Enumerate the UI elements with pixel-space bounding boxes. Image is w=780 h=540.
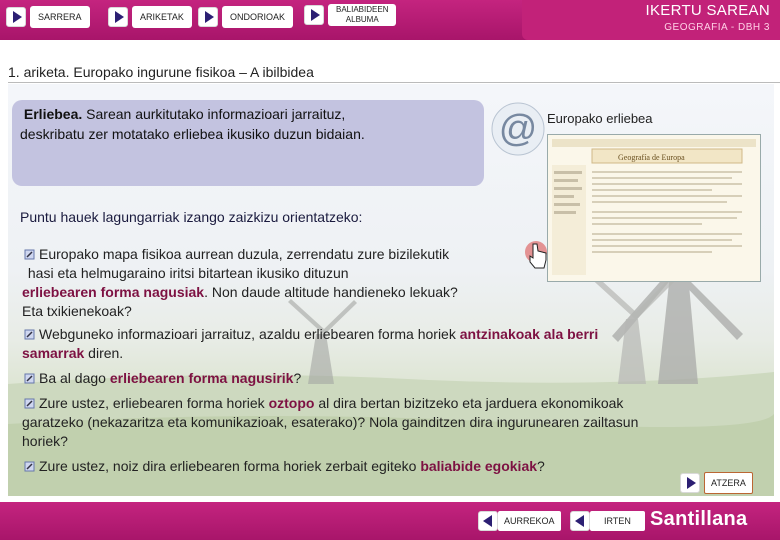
q3-post: ? [293,370,302,386]
nav-label-line2: ALBUMA [345,15,379,24]
nav-baliabideen-albuma-label: BALIABIDEEN ALBUMA [328,4,397,26]
nav-ariketak-button[interactable]: ARIKETAK [108,5,192,29]
q3-highlight: erliebearen forma nagusirik [109,370,294,386]
q5-pre: Zure ustez, noiz dira erliebearen forma … [39,458,421,474]
nav-sarrera-label: SARRERA [30,6,90,28]
q2-highlight-1: antzinakoak ala berri [459,326,599,342]
q4-line3: horiek? [22,433,68,449]
question-1-continued: erliebearen forma nagusiak. Non daude al… [22,283,458,321]
q1-line2: hasi eta helmugaraino iritsi bitartean i… [27,265,349,281]
q1-line1: Europako mapa fisikoa aurrean duzula, ze… [39,246,450,262]
q1-line4: Eta txikienekoak? [22,303,132,319]
task-instructions-box: Erliebea. Sarean aurkitutako informazioa… [12,100,484,186]
question-4-continued: garatzeko (nekazaritza eta komunikazioak… [22,413,638,451]
q4-line2: garatzeko (nekazaritza eta komunikazioak… [22,414,639,430]
q2-line2: diren. [84,345,124,361]
q5-highlight: baliabide egokiak [420,458,538,474]
atzera-button[interactable]: ATZERA [680,470,753,496]
q2-highlight-2: samarrak [22,345,85,361]
europako-erliebea-link[interactable]: Europako erliebea [547,111,653,126]
app-subtitle: GEOGRAFIA - DBH 3 [664,22,770,33]
nav-label-line1: BALIABIDEEN [336,5,389,14]
q4-line1-pre: Zure ustez, erliebearen forma horiek [39,395,269,411]
q3-pre: Ba al dago [39,370,110,386]
back-arrow-icon [478,511,498,531]
bullet-icon [24,249,35,260]
irten-button[interactable]: IRTEN [570,510,645,532]
web-at-icon[interactable]: @ [490,101,546,157]
q2-line1: Webguneko informazioari jarraituz, azald… [39,326,460,342]
question-5: Zure ustez, noiz dira erliebearen forma … [24,457,545,476]
bullet-icon [24,329,35,340]
task-bold-label: Erliebea. [23,106,83,122]
irten-label: IRTEN [590,511,645,531]
play-arrow-icon [198,7,218,27]
q1-highlight: erliebearen forma nagusiak [22,284,205,300]
svg-text:@: @ [499,108,538,150]
santillana-logo: Santillana [650,508,748,530]
nav-ondorioak-button[interactable]: ONDORIOAK [198,5,294,29]
aurrekoa-label: AURREKOA [498,511,561,531]
back-arrow-icon [570,511,590,531]
task-line1: Sarean aurkitutako informazioari jarrait… [82,106,346,122]
bullet-icon [24,398,35,409]
task-line2: deskribatu zer motatako erliebea ikusiko… [20,126,365,142]
hint-heading: Puntu hauek lagungarriak izango zaizkizu… [20,209,363,225]
play-arrow-icon [680,473,700,493]
title-box: IKERTU SAREAN GEOGRAFIA - DBH 3 [522,0,780,40]
play-arrow-icon [108,7,128,27]
q1-line3: . Non daude altitude handieneko lekuak? [204,284,458,300]
nav-ariketak-label: ARIKETAK [132,6,192,28]
nav-baliabideen-albuma-button[interactable]: BALIABIDEEN ALBUMA [304,3,397,27]
bullet-icon [24,461,35,472]
question-1: Europako mapa fisikoa aurrean duzula, ze… [24,245,449,283]
bullet-icon [24,373,35,384]
q5-post: ? [537,458,545,474]
nav-sarrera-button[interactable]: SARRERA [6,5,90,29]
page-title: 1. ariketa. Europako ingurune fisikoa – … [8,64,314,80]
thumb-title: Geografía de Europa [618,153,685,162]
atzera-label: ATZERA [704,472,753,494]
q4-line1-post: al dira bertan bizitzeko eta jarduera ek… [314,395,624,411]
q4-highlight: oztopo [268,395,315,411]
website-thumbnail[interactable]: Geografía de Europa [547,134,761,282]
question-4: Zure ustez, erliebearen forma horiek ozt… [24,394,623,413]
aurrekoa-button[interactable]: AURREKOA [478,510,561,532]
app-title: IKERTU SAREAN [645,2,770,19]
question-2-continued: samarrak diren. [22,344,123,363]
question-2: Webguneko informazioari jarraituz, azald… [24,325,598,344]
hand-pointer-icon [525,241,547,269]
nav-ondorioak-label: ONDORIOAK [222,6,294,28]
website-preview-image: Geografía de Europa [548,135,760,281]
play-arrow-icon [304,5,324,25]
play-arrow-icon [6,7,26,27]
heading-divider [8,82,780,83]
question-3: Ba al dago erliebearen forma nagusirik? [24,369,301,388]
